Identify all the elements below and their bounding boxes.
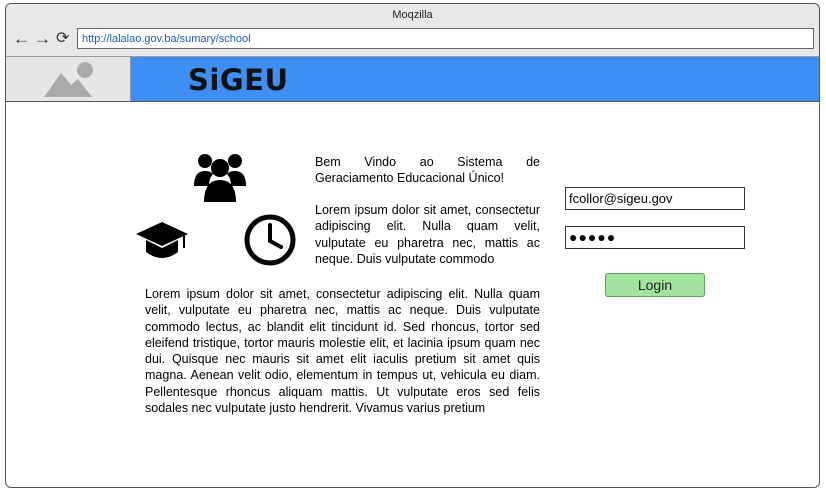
reload-icon[interactable]: ⟳ bbox=[56, 29, 69, 49]
browser-window: Moqzilla ← → ⟳ http://lalalao.gov.ba/sum… bbox=[5, 3, 820, 488]
body-paragraph: Lorem ipsum dolor sit amet, consectetur … bbox=[145, 287, 540, 416]
image-placeholder-icon bbox=[44, 62, 93, 97]
back-icon[interactable]: ← bbox=[13, 29, 30, 49]
email-field[interactable]: fcollor@sigeu.gov bbox=[565, 187, 745, 210]
forward-icon[interactable]: → bbox=[34, 29, 51, 49]
intro-paragraph: Lorem ipsum dolor sit amet, consectetur … bbox=[315, 203, 540, 266]
address-bar[interactable]: http://lalalao.gov.ba/sumary/school bbox=[77, 28, 814, 49]
window-title: Moqzilla bbox=[392, 9, 433, 21]
graduation-cap-icon bbox=[136, 222, 188, 258]
users-icon bbox=[194, 154, 246, 202]
brand-title: SiGEU bbox=[188, 63, 289, 97]
welcome-message: Bem Vindo ao Sistema de Geraciamento Edu… bbox=[315, 155, 540, 185]
login-button[interactable]: Login bbox=[605, 273, 705, 297]
logo-placeholder bbox=[6, 57, 131, 101]
browser-titlebar: Moqzilla ← → ⟳ http://lalalao.gov.ba/sum… bbox=[6, 4, 819, 57]
app-header: SiGEU bbox=[6, 57, 819, 102]
clock-icon bbox=[244, 214, 296, 266]
password-field[interactable]: ●●●●● bbox=[565, 226, 745, 249]
